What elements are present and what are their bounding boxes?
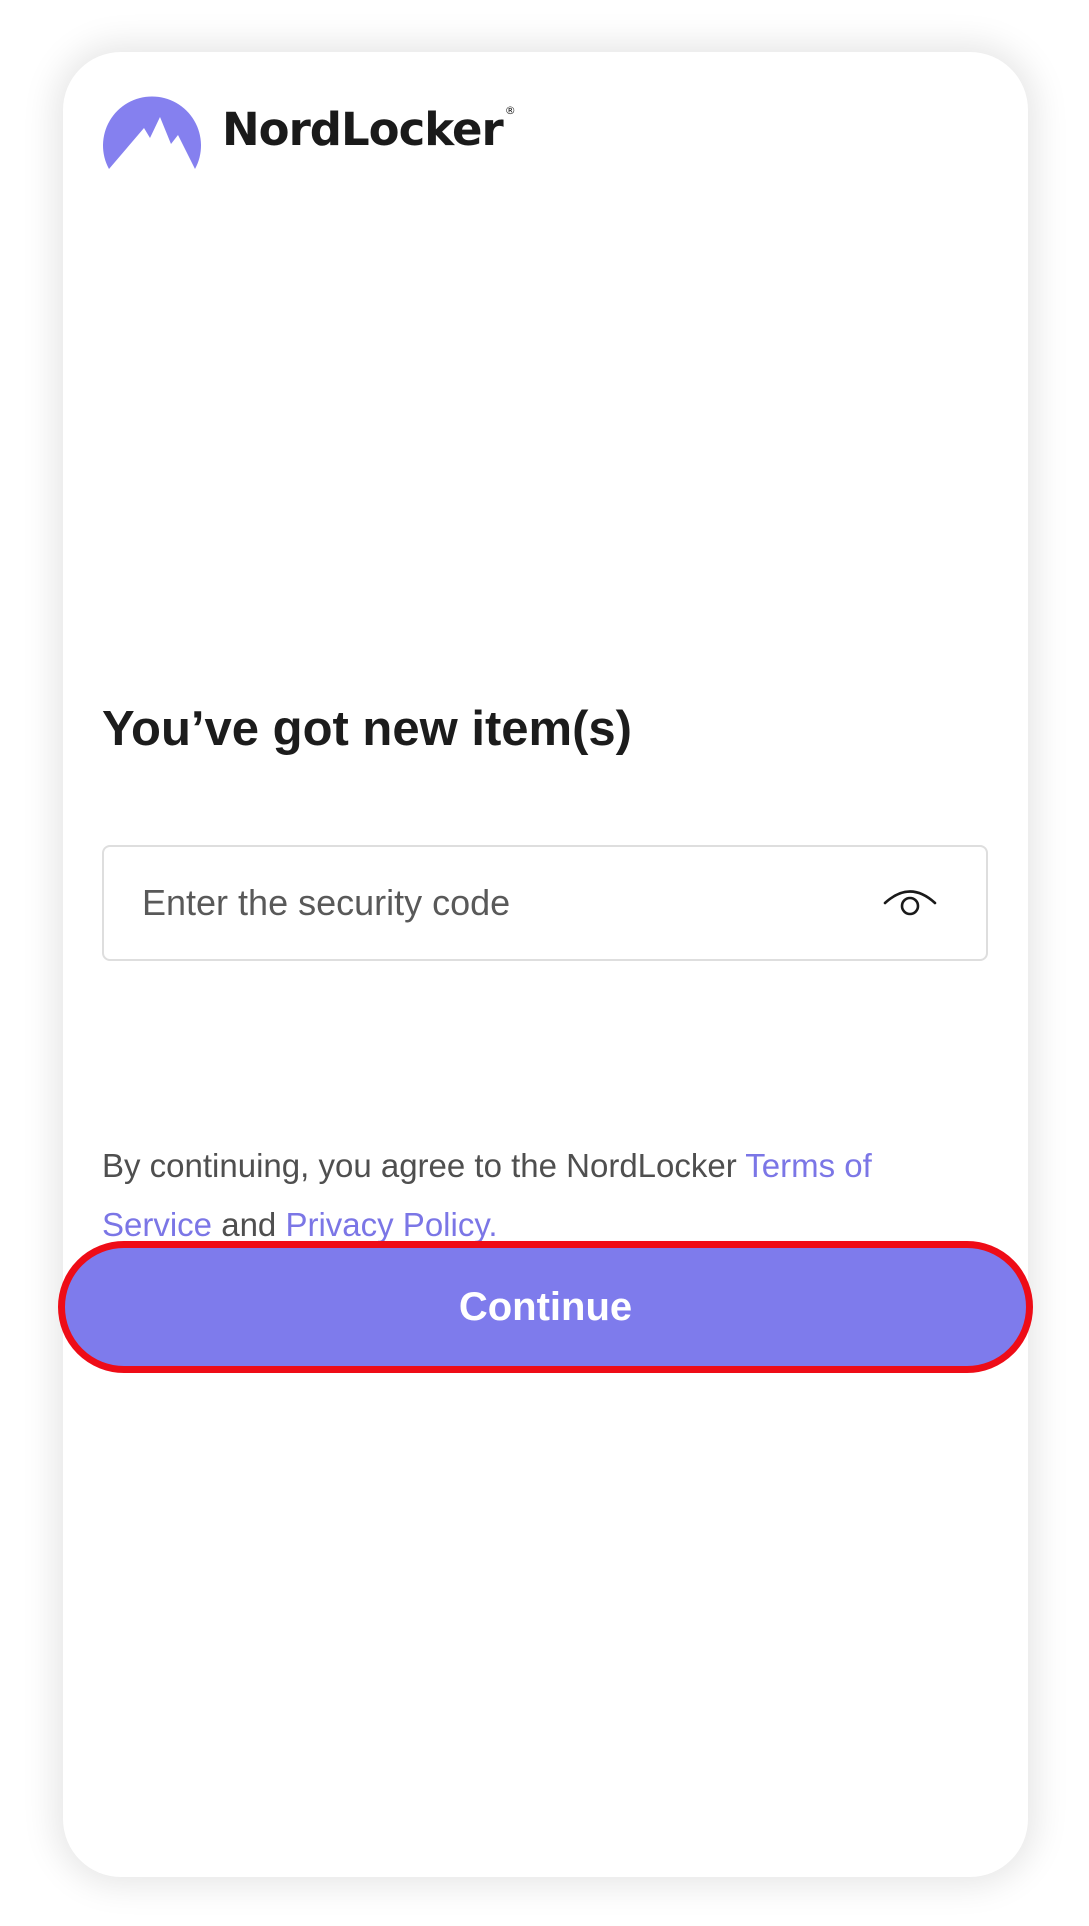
security-code-input[interactable] — [104, 847, 882, 959]
phone-screen: NordLocker ® You’ve got new item(s) By co… — [58, 52, 1033, 1877]
nordlocker-logo-icon — [103, 96, 201, 169]
privacy-policy-link[interactable]: Privacy Policy. — [285, 1206, 497, 1243]
page-title: You’ve got new item(s) — [102, 702, 632, 756]
brand-name: NordLocker — [222, 102, 504, 156]
continue-button[interactable]: Continue — [58, 1241, 1033, 1373]
terms-prefix: By continuing, you agree to the NordLock… — [102, 1147, 746, 1184]
security-code-field — [102, 845, 988, 961]
eye-icon — [883, 890, 937, 916]
brand-header: NordLocker ® — [102, 89, 516, 169]
show-password-toggle[interactable] — [882, 885, 938, 921]
terms-notice: By continuing, you agree to the NordLock… — [102, 1136, 982, 1254]
terms-conjunction: and — [212, 1206, 286, 1243]
registered-mark: ® — [504, 103, 516, 117]
